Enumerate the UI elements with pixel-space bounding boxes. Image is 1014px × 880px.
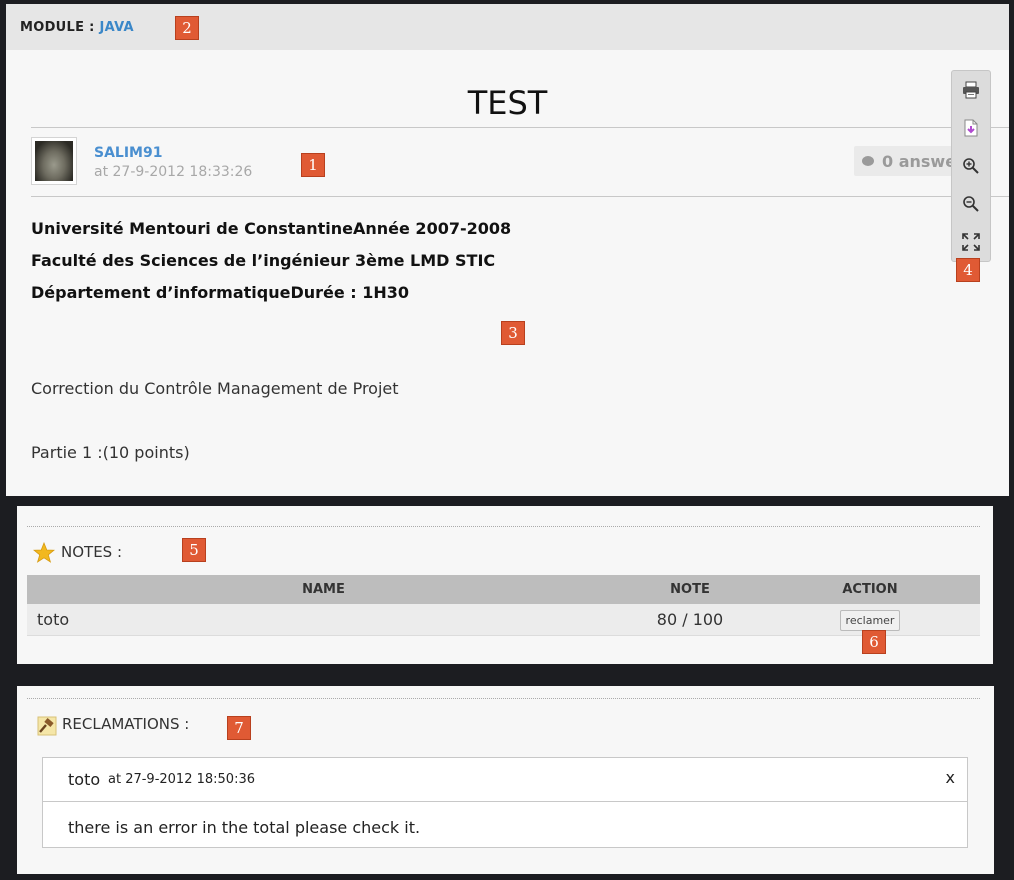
zoom-in-icon[interactable] [962,157,980,175]
post-title: TEST [467,84,548,122]
gavel-icon [37,716,57,736]
divider [31,127,1009,128]
annotation-badge: 2 [175,16,199,40]
module-label-text: MODULE : [20,20,95,35]
note-value-cell: 80 / 100 [620,604,760,636]
print-icon[interactable] [962,81,980,99]
module-bar: MODULE : JAVA [6,4,1009,50]
avatar-image [35,141,73,181]
annotation-badge: 5 [182,538,206,562]
column-header-name: NAME [27,575,620,604]
notes-title: NOTES : [61,543,123,561]
document-paragraph: Partie 1 :(10 points) [31,443,190,462]
document-line: Département d’informatiqueDurée : 1H30 [31,283,410,302]
post-date: at 27-9-2012 18:33:26 [94,164,253,180]
reclamer-button[interactable]: reclamer [839,609,901,631]
document-toolbar [951,70,991,262]
zoom-out-icon[interactable] [962,195,980,213]
module-name-link[interactable]: JAVA [99,20,133,35]
reclamations-title: RECLAMATIONS : [62,715,190,733]
dotted-divider [27,526,980,527]
reclamation-user: toto [68,770,101,789]
reclamations-panel: RECLAMATIONS : toto at 27-9-2012 18:50:3… [17,686,994,874]
note-name-cell: toto [27,604,620,636]
fullscreen-icon[interactable] [962,233,980,251]
post-panel: MODULE : JAVA TEST SALIM91 at 27-9-2012 … [6,4,1009,496]
table-row: toto 80 / 100 reclamer [27,604,980,636]
dotted-divider [27,698,980,699]
avatar[interactable] [31,137,77,185]
reclamation-header: toto at 27-9-2012 18:50:36 x [43,758,967,802]
download-pdf-icon[interactable] [962,119,980,137]
reclamation-card: toto at 27-9-2012 18:50:36 x there is an… [42,757,968,848]
document-line: Faculté des Sciences de l’ingénieur 3ème… [31,251,496,270]
annotation-badge: 3 [501,321,525,345]
notes-panel: NOTES : NAME NOTE ACTION toto 80 / 100 r… [17,506,993,664]
divider [31,196,1009,197]
column-header-action: ACTION [760,575,980,604]
reclamation-message: there is an error in the total please ch… [68,818,421,837]
module-label: MODULE : JAVA [20,20,134,35]
star-icon [33,542,55,563]
annotation-badge: 4 [956,258,980,282]
annotation-badge: 6 [862,630,886,654]
notes-table: NAME NOTE ACTION toto 80 / 100 reclamer [27,575,980,636]
annotation-badge: 1 [301,153,325,177]
reclamation-date: at 27-9-2012 18:50:36 [108,772,255,787]
author-name[interactable]: SALIM91 [94,145,162,161]
document-paragraph: Correction du Contrôle Management de Pro… [31,379,399,398]
document-line: Université Mentouri de ConstantineAnnée … [31,219,512,238]
close-icon[interactable]: x [946,768,955,787]
table-header-row: NAME NOTE ACTION [27,575,980,604]
comment-icon [862,156,874,166]
column-header-note: NOTE [620,575,760,604]
annotation-badge: 7 [227,716,251,740]
